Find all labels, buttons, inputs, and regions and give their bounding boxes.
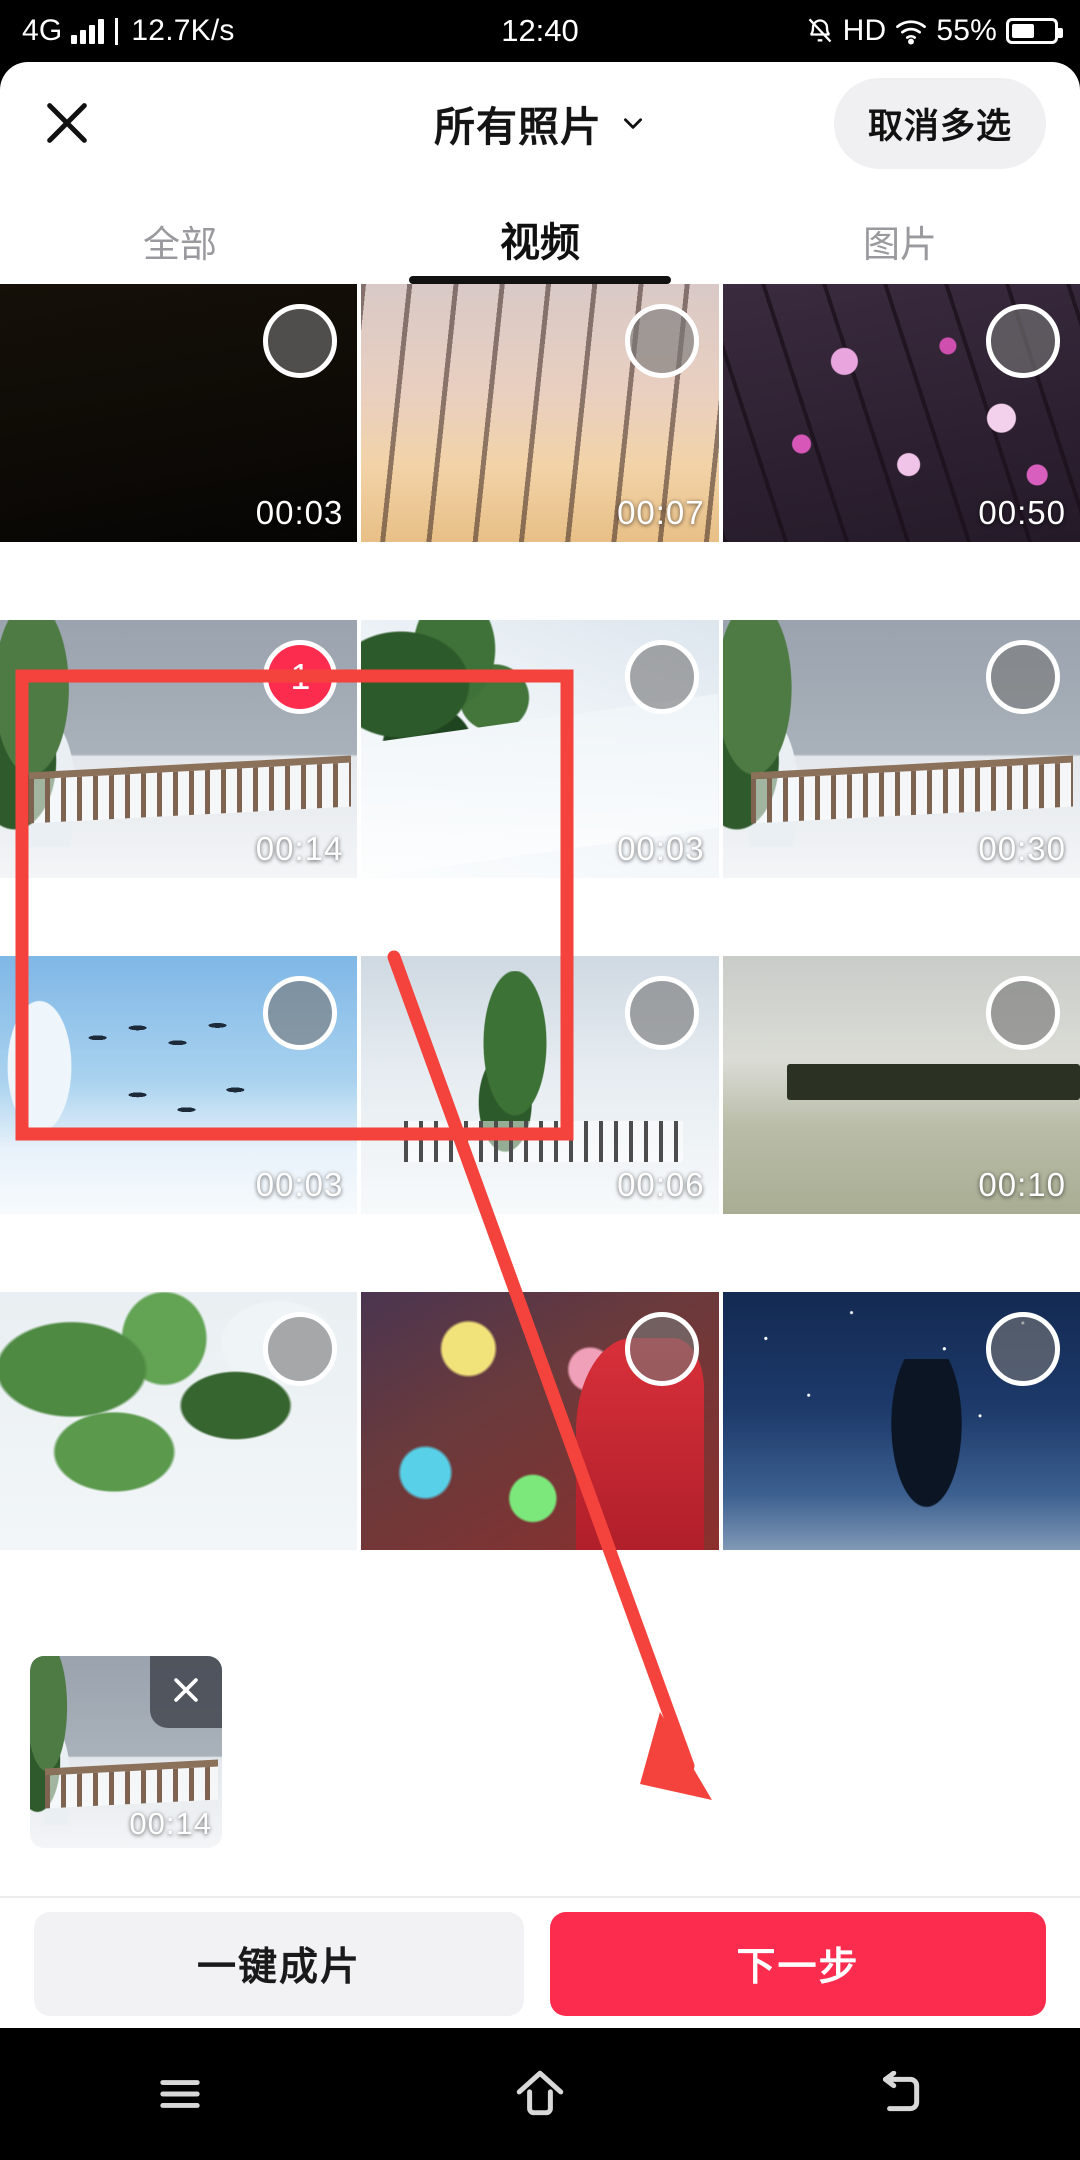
close-icon [169, 1673, 203, 1712]
media-grid-item[interactable]: 00:03 [0, 284, 358, 542]
tab-all[interactable]: 全部 [0, 214, 360, 284]
media-grid-item[interactable]: 1 00:14 [0, 620, 358, 878]
media-type-tabs: 全部 视频 图片 [0, 184, 1080, 284]
selected-chip-duration-label: 00:14 [129, 1806, 212, 1841]
media-duration-label: 00:50 [978, 494, 1066, 531]
media-duration-label: 00:07 [617, 494, 705, 531]
media-grid-item[interactable]: 00:06 [361, 956, 719, 1214]
nav-menu-button[interactable] [0, 2073, 360, 2115]
media-grid-item[interactable]: 00:07 [361, 284, 719, 542]
chevron-down-icon [620, 110, 646, 136]
media-grid-item[interactable]: 00:30 [722, 620, 1080, 878]
media-duration-label: 00:10 [978, 1166, 1066, 1203]
home-icon [513, 2069, 567, 2119]
cancel-multiselect-button[interactable]: 取消多选 [833, 77, 1046, 169]
android-nav-bar [0, 2028, 1080, 2160]
media-grid-item[interactable] [0, 1292, 358, 1550]
selection-circle[interactable] [986, 1312, 1060, 1386]
menu-icon [155, 2073, 205, 2115]
media-picker-sheet: 所有照片 取消多选 全部 视频 图片 00:03 00:07 00:50 1 00:14… [0, 62, 1080, 2028]
media-duration-label: 00:14 [255, 830, 344, 867]
media-grid-item[interactable]: 00:10 [722, 956, 1080, 1214]
media-duration-label: 00:06 [617, 1166, 705, 1203]
next-step-button[interactable]: 下一步 [550, 1912, 1046, 2016]
close-button[interactable] [34, 90, 100, 156]
status-bar: 4G 12.7K/s 12:40 HD 55% [0, 0, 1080, 62]
remove-selected-button[interactable] [150, 1656, 222, 1728]
back-icon [875, 2071, 925, 2117]
selection-circle[interactable] [624, 976, 699, 1050]
selection-circle[interactable] [624, 1312, 699, 1386]
media-grid-item[interactable]: 00:03 [0, 956, 358, 1214]
selection-circle[interactable] [986, 640, 1060, 714]
tab-video[interactable]: 视频 [360, 210, 720, 284]
clock-label: 12:40 [501, 13, 579, 48]
media-grid-item[interactable] [361, 1292, 719, 1550]
media-duration-label: 00:03 [255, 494, 344, 531]
media-duration-label: 00:30 [978, 830, 1066, 867]
media-duration-label: 00:03 [617, 830, 705, 867]
media-grid-item[interactable]: 00:03 [361, 620, 719, 878]
selection-circle[interactable] [263, 304, 338, 378]
selection-circle[interactable] [986, 976, 1060, 1050]
media-grid-item[interactable]: 00:50 [722, 284, 1080, 542]
selection-circle[interactable] [263, 976, 338, 1050]
selection-circle[interactable] [986, 304, 1060, 378]
nav-back-button[interactable] [720, 2071, 1080, 2117]
nav-home-button[interactable] [360, 2069, 720, 2119]
bottom-action-bar: 一键成片 下一步 [0, 1900, 1080, 2028]
selection-circle[interactable] [624, 304, 699, 378]
close-icon [41, 97, 93, 149]
selection-circle[interactable] [624, 640, 699, 714]
tab-pictures[interactable]: 图片 [720, 214, 1080, 284]
picker-header: 所有照片 取消多选 [0, 62, 1080, 184]
selection-order-label: 1 [290, 656, 311, 697]
selected-media-chip[interactable]: 00:14 [30, 1656, 222, 1848]
selection-badge-selected[interactable]: 1 [263, 640, 338, 714]
media-duration-label: 00:03 [255, 1166, 344, 1203]
selected-media-strip: 00:14 [0, 1630, 1080, 1898]
media-grid-item[interactable] [722, 1292, 1080, 1550]
battery-icon [1006, 18, 1063, 44]
selection-circle[interactable] [263, 1312, 338, 1386]
auto-create-button[interactable]: 一键成片 [34, 1912, 524, 2016]
page-title: 所有照片 [434, 104, 602, 150]
media-grid: 00:03 00:07 00:50 1 00:14 00:03 00:30 00:03 00:0… [0, 284, 1080, 1624]
